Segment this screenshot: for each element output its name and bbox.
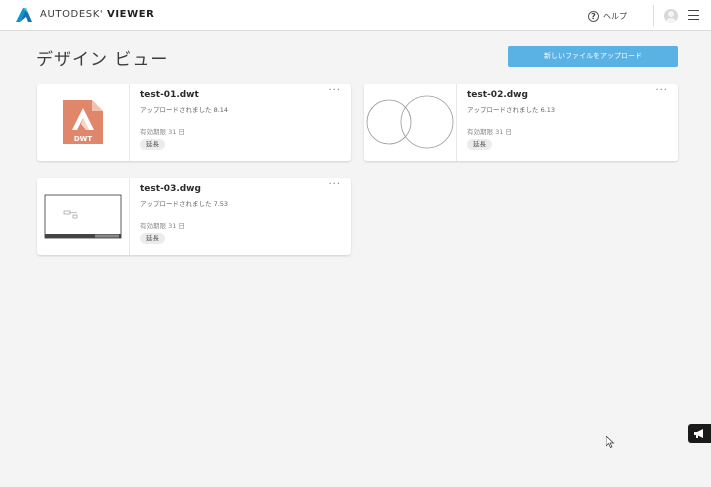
page-title: デザイン ビュー [36, 50, 169, 70]
expiry-info: 有効期限 31 日 [467, 128, 512, 136]
file-thumbnail[interactable]: DWT [37, 84, 130, 161]
drawing-preview-sheet [44, 194, 122, 239]
file-card[interactable]: test-03.dwg アップロードされました 7.53 有効期限 31 日 延… [37, 178, 351, 255]
help-button[interactable]: ? ヘルプ [588, 8, 627, 24]
upload-new-file-button[interactable]: 新しいファイルをアップロード [508, 46, 678, 67]
expiry-info: 有効期限 31 日 [140, 222, 185, 230]
mouse-cursor-icon [606, 436, 615, 448]
file-name[interactable]: test-03.dwg [140, 184, 201, 194]
file-name[interactable]: test-02.dwg [467, 90, 528, 100]
more-options-icon[interactable]: ··· [328, 85, 341, 96]
avatar-icon[interactable] [664, 9, 678, 23]
dwt-file-icon: DWT [63, 100, 103, 144]
file-thumbnail[interactable] [37, 178, 130, 255]
more-options-icon[interactable]: ··· [328, 179, 341, 190]
app-header: AUTODESK' VIEWER ? ヘルプ [0, 0, 711, 31]
help-label: ヘルプ [603, 11, 627, 21]
upload-info: アップロードされました 6.13 [467, 106, 556, 114]
upload-info: アップロードされました 7.53 [140, 200, 229, 208]
extend-button[interactable]: 延長 [140, 233, 165, 244]
file-thumbnail[interactable] [364, 84, 457, 161]
expiry-info: 有効期限 31 日 [140, 128, 185, 136]
feedback-button[interactable] [688, 424, 711, 443]
brand-product: VIEWER [107, 9, 155, 20]
autodesk-logo-icon[interactable] [16, 8, 32, 22]
drawing-preview-circles [366, 95, 454, 149]
file-card[interactable]: DWT test-01.dwt アップロードされました 8.14 有効期限 31… [37, 84, 351, 161]
hamburger-menu-icon[interactable] [688, 10, 699, 20]
extend-button[interactable]: 延長 [467, 139, 492, 150]
file-card[interactable]: test-02.dwg アップロードされました 6.13 有効期限 31 日 延… [364, 84, 678, 161]
extend-button[interactable]: 延長 [140, 139, 165, 150]
brand-title[interactable]: AUTODESK' VIEWER [40, 9, 154, 20]
file-name[interactable]: test-01.dwt [140, 90, 199, 100]
brand-name: AUTODESK [40, 9, 100, 20]
header-divider [653, 5, 654, 26]
megaphone-icon [694, 429, 703, 438]
main-content: デザイン ビュー 新しいファイルをアップロード DWT test-01.dwt … [0, 31, 711, 487]
upload-info: アップロードされました 8.14 [140, 106, 229, 114]
help-icon: ? [588, 10, 599, 22]
svg-text:DWT: DWT [74, 135, 93, 143]
more-options-icon[interactable]: ··· [655, 85, 668, 96]
